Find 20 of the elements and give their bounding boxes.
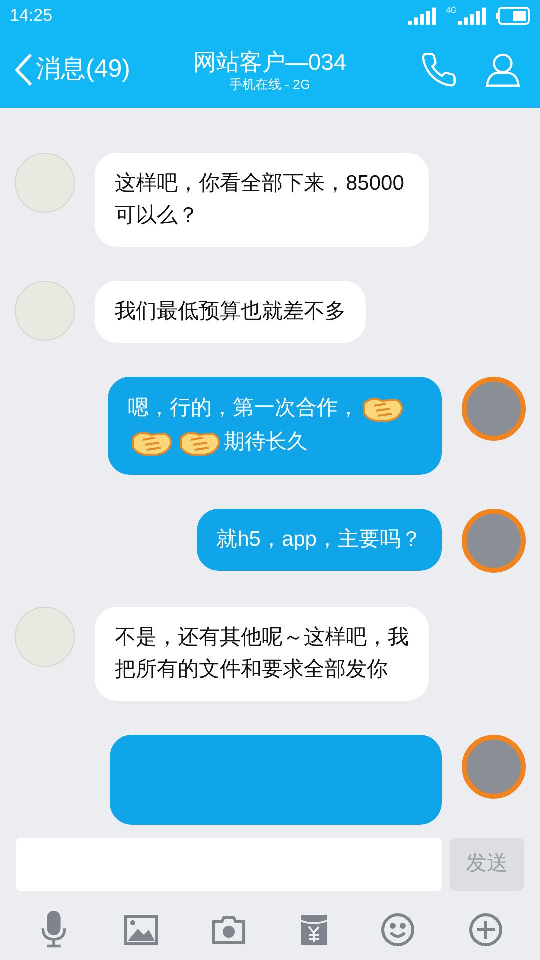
yen-envelope-icon[interactable] [300,914,328,946]
message-bubble: 不是，还有其他呢～这样吧，我把所有的文件和要求全部发你 [95,607,429,701]
back-button[interactable]: 消息(49) [14,51,164,89]
status-time: 14:25 [10,5,53,28]
chat-subtitle: 手机在线 - 2G [230,77,310,93]
profile-icon[interactable] [484,51,522,89]
network-label: 4G [446,7,457,15]
emoji-icon[interactable] [381,913,416,947]
message-bubble: 这样吧，你看全部下来，85000可以么？ [95,153,429,247]
signal-icon [458,7,488,25]
plus-icon[interactable] [469,913,504,947]
battery-icon [496,7,530,25]
chat-title: 网站客户—034 [193,48,347,77]
message-bubble: 就h5，app，主要吗？ [196,509,442,571]
image-icon[interactable] [124,915,158,945]
phone-icon[interactable] [420,51,458,89]
signal-icon [408,7,438,25]
message-bubble: 嗯，行的，第一次合作， 期待长久 [108,377,442,475]
message-bubble: 我们最低预算也就差不多 [95,281,366,343]
camera-icon[interactable] [212,915,246,945]
